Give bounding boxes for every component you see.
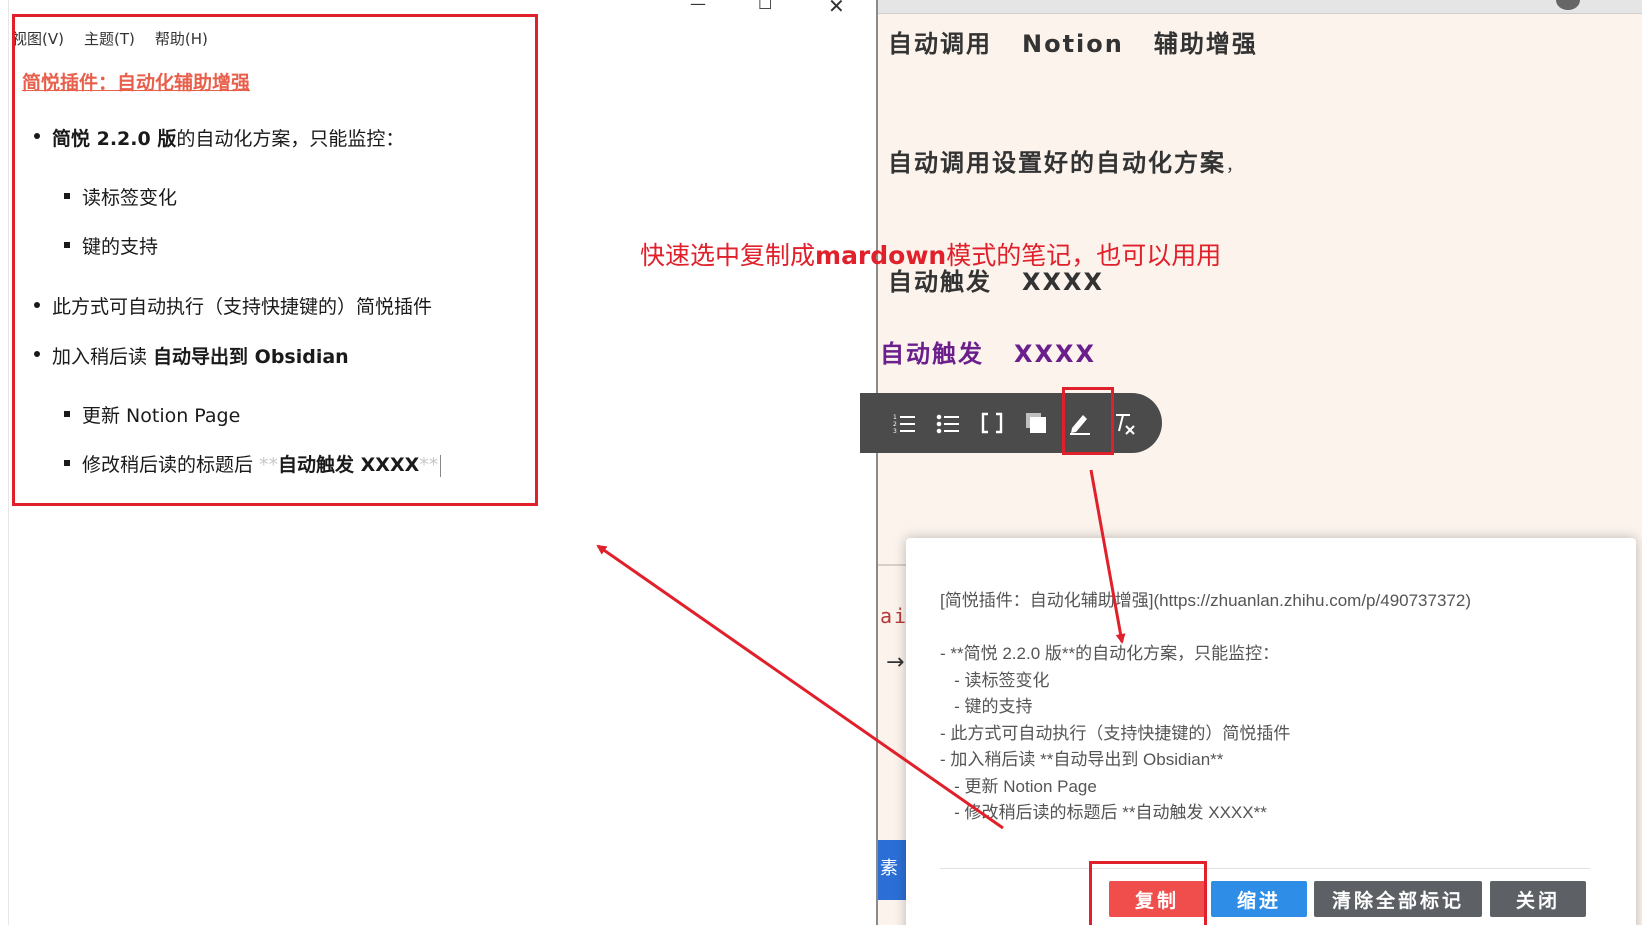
partial-button[interactable]: 素 (878, 840, 908, 900)
heading-part: 自动触发 (880, 340, 984, 368)
clear-all-marks-button[interactable]: 清除全部标记 (1314, 881, 1482, 917)
annotation-box-pen (1062, 387, 1114, 455)
markdown-textarea[interactable]: [简悦插件：自动化辅助增强](https://zhuanlan.zhihu.co… (940, 588, 1471, 827)
divider (878, 564, 908, 566)
close-button[interactable]: 关闭 (1490, 881, 1586, 917)
heading-part: 辅助增强 (1153, 30, 1258, 58)
heading-part: XXXX (1022, 268, 1105, 296)
indent-button[interactable]: 缩进 (1211, 881, 1307, 917)
heading-part: 自动触发 (888, 268, 992, 296)
svg-text:2: 2 (893, 421, 897, 428)
ordered-list-icon[interactable]: 123 (892, 411, 916, 435)
markdown-dialog: [简悦插件：自动化辅助增强](https://zhuanlan.zhihu.co… (906, 538, 1636, 925)
annotation-part: 快速选中复制成 (640, 241, 816, 270)
bullet-list-icon[interactable] (936, 411, 960, 435)
annotation-part: mardown (815, 241, 947, 270)
annotation-box-document (12, 14, 538, 506)
heading-part: XXXX (1014, 340, 1097, 368)
heading-part: 自动调用 (888, 30, 992, 58)
heading-part: ， (1226, 156, 1245, 175)
heading-part: Notion (1022, 30, 1124, 58)
clear-format-icon[interactable] (1112, 411, 1136, 435)
notion-heading: 自动调用 Notion 辅助增强 (888, 24, 1258, 59)
heading-part: 自动调用设置好的自动化方案 (888, 149, 1226, 177)
copy-icon[interactable] (1024, 411, 1048, 435)
notion-heading: 自动调用设置好的自动化方案， (888, 143, 1244, 178)
annotation-box-copy (1089, 861, 1207, 925)
svg-text:1: 1 (893, 414, 897, 421)
svg-text:3: 3 (893, 428, 897, 435)
maximize-icon[interactable]: ☐ (758, 0, 772, 13)
annotation-text: 快速选中复制成mardown模式的笔记，也可以用用 (640, 236, 1221, 272)
notion-heading-highlight: 自动触发 XXXX (880, 334, 1096, 369)
floating-format-toolbar: 123 (860, 393, 1162, 453)
close-icon[interactable]: ✕ (828, 0, 845, 18)
avatar[interactable] (1556, 0, 1580, 10)
browser-top-bar (878, 0, 1642, 14)
window-controls: — ☐ ✕ (690, 0, 860, 18)
minimize-icon[interactable]: — (690, 0, 706, 13)
brackets-icon[interactable] (980, 411, 1004, 435)
dialog-divider (940, 868, 1590, 869)
arrow-right-icon: → (886, 650, 905, 675)
annotation-part: 模式的笔记，也可以用用 (946, 241, 1222, 270)
